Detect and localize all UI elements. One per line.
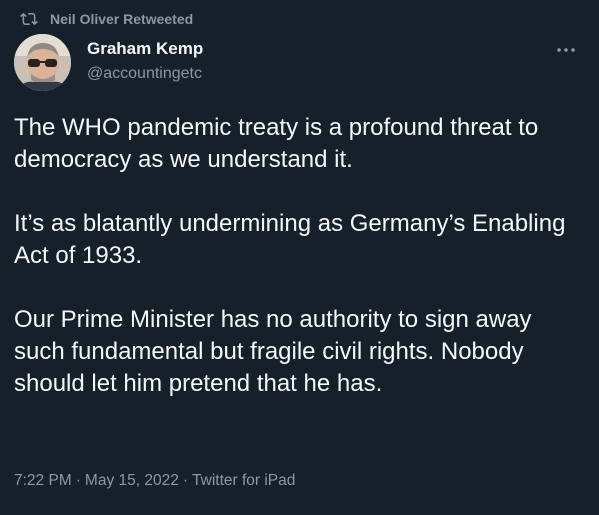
author-display-name[interactable]: Graham Kemp (87, 38, 203, 60)
retweet-label: Neil Oliver Retweeted (50, 11, 194, 27)
tweet-paragraph: It’s as blatantly undermining as Germany… (14, 210, 566, 269)
meta-separator: · (182, 472, 189, 489)
author-handle[interactable]: @accountingetc (87, 63, 203, 85)
tweet-text: The WHO pandemic treaty is a profound th… (14, 112, 586, 400)
tweet-paragraph: Our Prime Minister has no authority to s… (14, 306, 532, 397)
tweet-metadata: 7:22 PM · May 15, 2022 · Twitter for iPad (14, 472, 295, 490)
avatar[interactable] (14, 34, 71, 91)
tweet-card: Neil Oliver Retweeted Graham Kemp @accou… (0, 0, 599, 515)
author-block: Graham Kemp @accountingetc (87, 38, 203, 85)
retweet-indicator[interactable]: Neil Oliver Retweeted (20, 9, 193, 29)
tweet-time[interactable]: 7:22 PM (14, 472, 72, 489)
tweet-date[interactable]: May 15, 2022 (85, 472, 179, 489)
tweet-paragraph: The WHO pandemic treaty is a profound th… (14, 114, 539, 173)
retweet-icon (20, 12, 38, 26)
meta-separator: · (75, 472, 81, 489)
avatar-photo (14, 34, 71, 91)
more-options-icon (557, 48, 575, 52)
tweet-source[interactable]: Twitter for iPad (192, 472, 295, 489)
more-options-button[interactable] (555, 40, 577, 60)
